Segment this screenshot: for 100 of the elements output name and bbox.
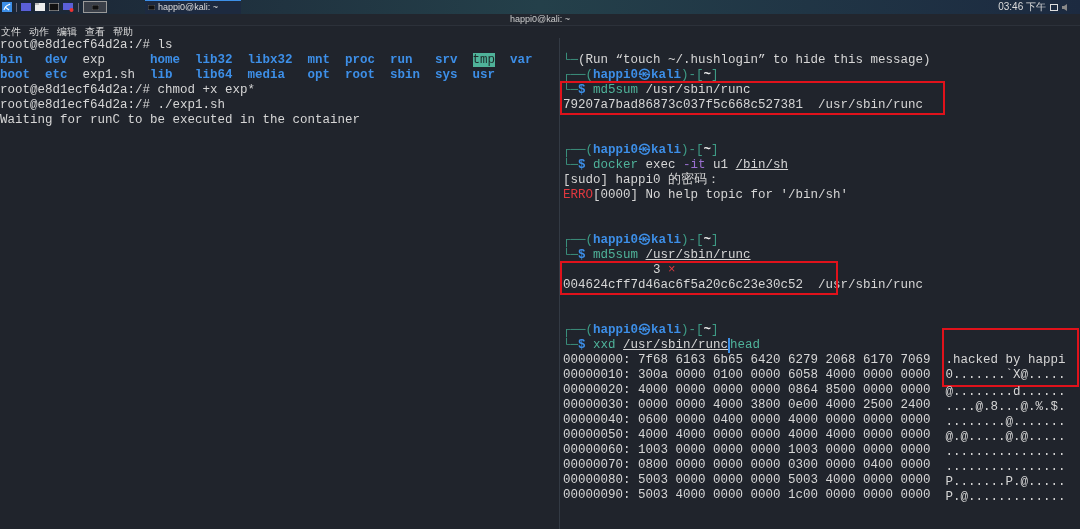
- terminal-icon[interactable]: [49, 3, 59, 11]
- terminal-text: └─: [563, 53, 578, 68]
- terminal-text: ERRO: [563, 188, 593, 203]
- hex-offset: 00000020:: [563, 383, 631, 398]
- ascii-text: P.@.............: [945, 490, 1066, 505]
- terminal-text: 3: [652, 263, 662, 278]
- ls-entry: lib: [150, 68, 173, 82]
- window-title: happi0@kali: ~: [510, 15, 570, 24]
- terminal-text: )-[: [681, 68, 704, 83]
- terminal-text: ┌──(: [563, 68, 593, 83]
- hex-bytes: 0000 0000 4000 3800 0e00 4000 2500 2400: [638, 398, 931, 413]
- ascii-text: ........@.......: [945, 415, 1066, 430]
- hex-bytes: 300a 0000 0100 0000 6058 4000 0000 0000: [638, 368, 931, 383]
- ls-entry: lib32: [195, 53, 233, 67]
- terminal-text: ]: [711, 323, 719, 338]
- ls-entry: exp1.sh: [82, 68, 135, 82]
- hex-bytes: 0600 0000 0400 0000 4000 0000 0000 0000: [638, 413, 931, 428]
- screen-icon[interactable]: [1050, 3, 1058, 11]
- hex-offset: 00000080:: [563, 473, 631, 488]
- ascii-text: .hacked by happi: [945, 353, 1066, 368]
- terminal-text: ×: [668, 263, 676, 278]
- terminal-text: /usr/sbin/runc: [644, 83, 751, 98]
- terminal-text: root@e8d1ecf64d2a:/# chmod +x exp*: [0, 83, 256, 98]
- terminal-text: exec: [644, 158, 677, 172]
- window-task-button[interactable]: happi0@kali: ~: [145, 0, 241, 14]
- terminal-text: )-[: [681, 143, 704, 158]
- terminal-text: root@e8d1ecf64d2a:/# ls: [0, 38, 173, 53]
- ls-entry: run: [390, 53, 413, 67]
- ls-entry: exp: [82, 53, 105, 67]
- terminal-text: └─: [563, 248, 578, 263]
- hex-bytes: 5003 4000 0000 0000 1c00 0000 0000 0000: [638, 488, 931, 503]
- ascii-text: 0.......`X@.....: [945, 368, 1066, 383]
- ascii-text: ................: [945, 445, 1066, 460]
- ls-entry: home: [150, 53, 180, 67]
- ascii-text: ....@.8...@.%.$.: [945, 400, 1066, 415]
- hex-bytes: 7f68 6163 6b65 6420 6279 2068 6170 7069: [638, 353, 931, 368]
- ls-entry: libx32: [247, 53, 293, 67]
- ls-entry: opt: [307, 68, 330, 82]
- ls-entry: tmp: [472, 53, 495, 67]
- ascii-text: ................: [945, 460, 1066, 475]
- hex-offset: 00000090:: [563, 488, 631, 503]
- terminal-text: )-[: [681, 323, 704, 338]
- ls-entry: media: [247, 68, 285, 82]
- menu-item[interactable]: 动作: [29, 27, 49, 37]
- terminal-text: docker: [593, 158, 639, 173]
- hex-offset: 00000030:: [563, 398, 631, 413]
- menu-item[interactable]: 编辑: [57, 27, 77, 37]
- menu-item[interactable]: 查看: [85, 27, 105, 37]
- menu-item[interactable]: 帮助: [113, 27, 133, 37]
- terminal-text: ~: [703, 143, 712, 158]
- ls-entry: bin: [0, 53, 23, 67]
- terminal-text: $: [578, 338, 587, 353]
- terminal-text: md5sum: [593, 83, 639, 98]
- terminal-text: ~: [703, 68, 712, 83]
- prompt-user: happi0㉿kali: [593, 68, 682, 83]
- terminal-text: /bin/sh: [735, 158, 789, 173]
- terminal-text: )-[: [681, 233, 704, 248]
- ls-entry: lib64: [195, 68, 233, 82]
- terminal-text: xxd: [593, 338, 617, 353]
- workspace-button[interactable]: [83, 1, 107, 13]
- dragon-logo-icon[interactable]: [2, 2, 12, 12]
- terminal-text: ~: [703, 323, 712, 338]
- clock: 03:46 下午: [998, 2, 1046, 12]
- terminal-text: $: [578, 83, 587, 98]
- hex-offset: 00000060:: [563, 443, 631, 458]
- ls-entry: srv: [435, 53, 458, 67]
- ls-entry: proc: [345, 53, 375, 67]
- ls-entry: etc: [45, 68, 68, 82]
- terminal-text: head: [728, 338, 761, 353]
- hex-bytes: 4000 0000 0000 0000 0864 8500 0000 0000: [638, 383, 931, 398]
- hex-offset: 00000050:: [563, 428, 631, 443]
- ls-entry: sbin: [390, 68, 420, 82]
- ascii-text: @........d......: [945, 385, 1066, 400]
- hex-offset: 00000010:: [563, 368, 631, 383]
- terminal-text: 79207a7bad86873c037f5c668c527381 /usr/sbin/runc: [563, 98, 924, 113]
- terminal-text: root@e8d1ecf64d2a:/# ./exp1.sh: [0, 98, 226, 113]
- hex-offset: 00000070:: [563, 458, 631, 473]
- terminal-text: └─: [563, 338, 578, 353]
- terminal-text: ]: [711, 233, 719, 248]
- hex-bytes: 5003 0000 0000 0000 5003 4000 0000 0000: [638, 473, 931, 488]
- terminal-icon: [91, 4, 99, 10]
- terminal-text: ~: [703, 233, 712, 248]
- hex-offset: 00000000:: [563, 353, 631, 368]
- terminal-text: Waiting for runC to be executed in the container: [0, 113, 361, 128]
- ls-entry: mnt: [307, 53, 330, 67]
- menu-item[interactable]: 文件: [1, 27, 21, 37]
- volume-icon[interactable]: [1062, 3, 1070, 11]
- terminal-text: └─: [563, 158, 578, 173]
- ls-entry: root: [345, 68, 375, 82]
- terminal-text: -it: [683, 158, 706, 172]
- terminal-text: [sudo] happi0 的密码：: [563, 173, 721, 188]
- terminal-text: $: [578, 158, 587, 173]
- terminal-text: $: [578, 248, 587, 263]
- window-icon[interactable]: [63, 2, 74, 12]
- terminal-text: u1: [712, 158, 730, 173]
- hex-bytes: 1003 0000 0000 0000 1003 0000 0000 0000: [638, 443, 931, 458]
- terminal-text: md5sum: [593, 248, 640, 263]
- terminal-text: (Run “touch ~/.hushlogin” to hide this message): [578, 53, 931, 68]
- prompt-user: happi0㉿kali: [593, 323, 682, 338]
- hex-bytes: 4000 4000 0000 0000 4000 4000 0000 0000: [638, 428, 931, 443]
